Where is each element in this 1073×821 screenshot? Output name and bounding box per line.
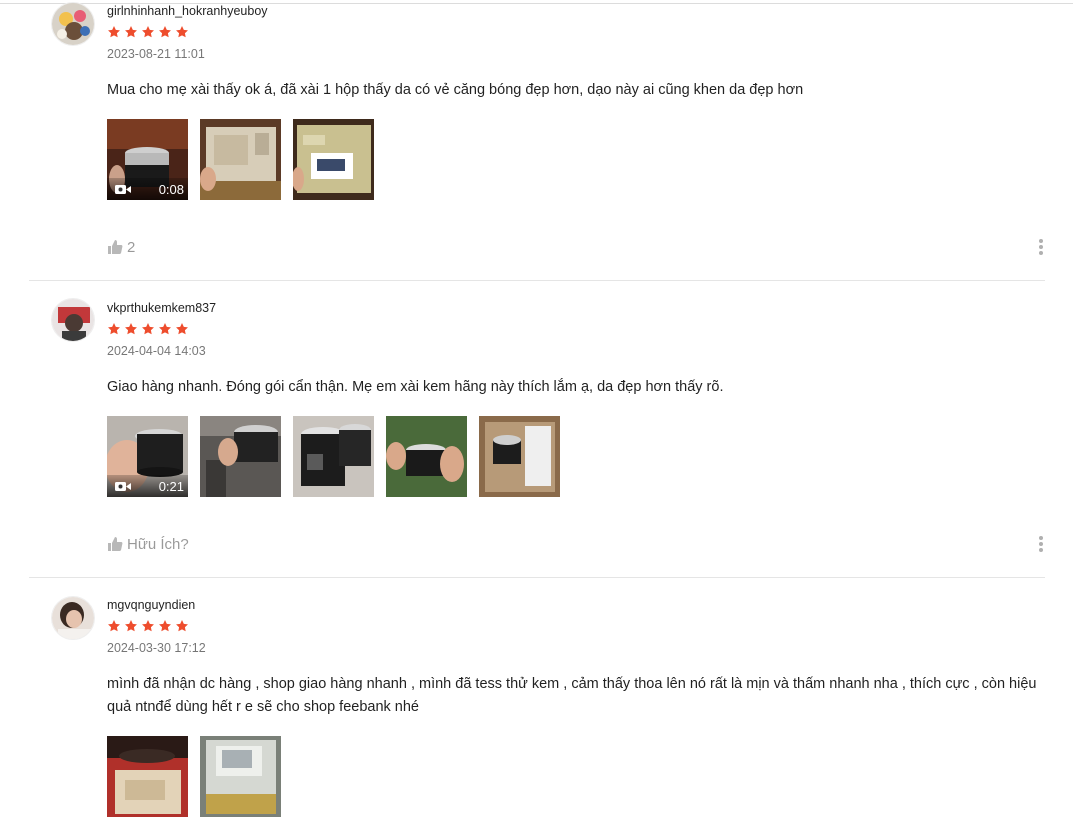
reviewer-username[interactable]: girlnhinhanh_hokranhyeuboy — [107, 3, 1045, 19]
star-icon — [125, 620, 137, 632]
star-icon — [108, 620, 120, 632]
video-overlay: 0:08 — [107, 178, 188, 200]
star-icon — [125, 323, 137, 335]
review-media — [107, 736, 1045, 817]
avatar[interactable] — [51, 596, 95, 640]
review-media: 0:08 — [107, 119, 1045, 200]
like-button[interactable]: Hữu Ích? — [107, 536, 189, 553]
video-thumbnail[interactable]: 0:08 — [107, 119, 188, 200]
review-item: girlnhinhanh_hokranhyeuboy 2023-08-21 11… — [29, 0, 1045, 281]
review-image[interactable] — [293, 416, 374, 497]
avatar[interactable] — [51, 2, 95, 46]
review-image[interactable] — [200, 119, 281, 200]
like-button[interactable]: 2 — [107, 239, 135, 256]
video-camera-icon — [115, 184, 131, 194]
more-dot — [1039, 251, 1043, 255]
star-icon — [108, 323, 120, 335]
video-camera-icon — [115, 481, 131, 491]
thumbs-up-icon — [108, 537, 123, 551]
star-icon — [142, 620, 154, 632]
review-time: 2024-04-04 14:03 — [107, 344, 206, 358]
more-dot — [1039, 536, 1043, 540]
star-icon — [125, 26, 137, 38]
thumbs-up-icon — [108, 240, 123, 254]
star-icon — [159, 620, 171, 632]
star-icon — [142, 323, 154, 335]
star-icon — [176, 323, 188, 335]
rating-stars — [107, 619, 1045, 633]
review-image[interactable] — [386, 416, 467, 497]
more-options-button[interactable] — [1037, 534, 1045, 554]
more-dot — [1039, 548, 1043, 552]
review-image[interactable] — [107, 736, 188, 817]
review-image[interactable] — [293, 119, 374, 200]
review-image[interactable] — [200, 736, 281, 817]
avatar[interactable] — [51, 298, 95, 342]
rating-stars — [107, 322, 1045, 336]
review-time: 2024-03-30 17:12 — [107, 641, 206, 655]
video-duration: 0:21 — [158, 478, 184, 494]
star-icon — [142, 26, 154, 38]
more-dot — [1039, 245, 1043, 249]
video-thumbnail[interactable]: 0:21 — [107, 416, 188, 497]
star-icon — [176, 26, 188, 38]
review-image[interactable] — [200, 416, 281, 497]
rating-stars — [107, 25, 1045, 39]
star-icon — [108, 26, 120, 38]
more-dot — [1039, 542, 1043, 546]
star-icon — [159, 323, 171, 335]
review-media: 0:21 — [107, 416, 1045, 497]
video-overlay: 0:21 — [107, 475, 188, 497]
star-icon — [176, 620, 188, 632]
review-content: Mua cho mẹ xài thấy ok á, đã xài 1 hộp t… — [107, 82, 804, 98]
review-time: 2023-08-21 11:01 — [107, 47, 205, 61]
review-content: mình đã nhận dc hàng , shop giao hàng nh… — [107, 676, 1037, 715]
more-options-button[interactable] — [1037, 237, 1045, 257]
review-item: mgvqnguyndien 2024-03-30 17:12 mình đã n… — [29, 578, 1045, 821]
reviewer-username[interactable]: vkprthukemkem837 — [107, 300, 1045, 316]
review-content: Giao hàng nhanh. Đóng gói cẩn thận. Mẹ e… — [107, 379, 724, 395]
video-duration: 0:08 — [158, 181, 184, 197]
reviewer-username[interactable]: mgvqnguyndien — [107, 597, 1045, 613]
star-icon — [159, 26, 171, 38]
review-item: vkprthukemkem837 2024-04-04 14:03 Giao h… — [29, 281, 1045, 578]
review-image[interactable] — [479, 416, 560, 497]
like-count: 2 — [127, 238, 136, 256]
helpful-label: Hữu Ích? — [127, 535, 189, 553]
more-dot — [1039, 239, 1043, 243]
